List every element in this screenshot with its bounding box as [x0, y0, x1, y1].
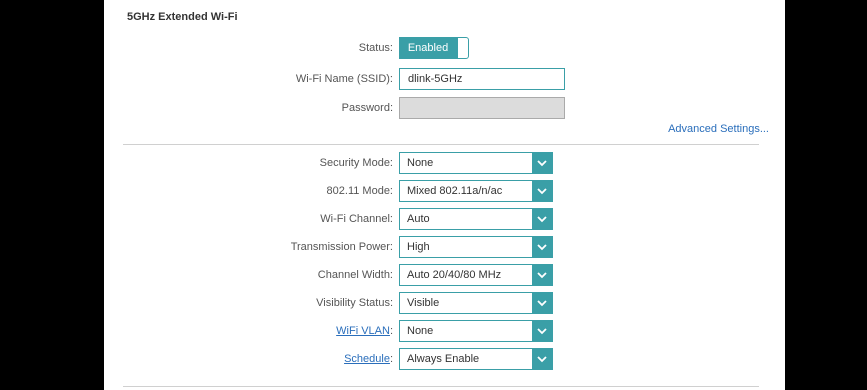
channel-width-label: Channel Width: [317, 269, 393, 281]
chevron-down-icon[interactable] [532, 237, 552, 257]
password-input[interactable] [399, 97, 565, 119]
802-11-mode-select-value: Mixed 802.11a/n/ac [407, 185, 503, 197]
chevron-down-icon[interactable] [532, 265, 552, 285]
wifi-vlan-select-value: None [407, 325, 434, 337]
wifi-vlan-link-text[interactable]: WiFi VLAN [336, 325, 390, 337]
wifi-vlan-select[interactable]: None [399, 320, 553, 342]
802-11-mode-select[interactable]: Mixed 802.11a/n/ac [399, 180, 553, 202]
transmission-power-select[interactable]: High [399, 236, 553, 258]
channel-width-select[interactable]: Auto 20/40/80 MHz [399, 264, 553, 286]
chevron-down-icon[interactable] [532, 181, 552, 201]
ssid-label: Wi-Fi Name (SSID): [295, 73, 393, 85]
password-label: Password: [341, 102, 393, 114]
transmission-power-label: Transmission Power: [290, 241, 393, 253]
channel-width-select-value: Auto 20/40/80 MHz [407, 269, 502, 281]
status-toggle[interactable]: Enabled [399, 37, 469, 59]
security-mode-label: Security Mode: [319, 157, 393, 169]
divider-bottom [123, 386, 759, 387]
wi-fi-channel-select-value: Auto [407, 213, 430, 225]
chevron-down-icon[interactable] [532, 209, 552, 229]
wi-fi-channel-select[interactable]: Auto [399, 208, 553, 230]
colon: : [389, 325, 393, 337]
section-title: 5GHz Extended Wi-Fi [127, 11, 238, 23]
colon: : [389, 353, 393, 365]
schedule-label[interactable]: Schedule: [200, 348, 393, 370]
chevron-down-icon[interactable] [532, 293, 552, 313]
chevron-down-icon[interactable] [532, 321, 552, 341]
schedule-link-text[interactable]: Schedule [344, 353, 390, 365]
schedule-select[interactable]: Always Enable [399, 348, 553, 370]
security-mode-select-value: None [407, 157, 434, 169]
wi-fi-channel-label: Wi-Fi Channel: [320, 213, 393, 225]
visibility-status-select[interactable]: Visible [399, 292, 553, 314]
chevron-down-icon[interactable] [532, 153, 552, 173]
wifi-vlan-label[interactable]: WiFi VLAN: [200, 320, 393, 342]
chevron-down-icon[interactable] [532, 349, 552, 369]
security-mode-select[interactable]: None [399, 152, 553, 174]
status-toggle-text: Enabled [399, 37, 457, 59]
divider-top [123, 144, 759, 145]
802-11-mode-label: 802.11 Mode: [326, 185, 393, 197]
left-border [0, 0, 104, 390]
visibility-status-select-value: Visible [407, 297, 440, 309]
schedule-select-value: Always Enable [407, 353, 480, 365]
ssid-input[interactable]: dlink-5GHz [399, 68, 565, 90]
toggle-knob [457, 37, 469, 59]
status-label: Status: [358, 42, 393, 54]
visibility-status-label: Visibility Status: [316, 297, 393, 309]
transmission-power-select-value: High [407, 241, 430, 253]
right-border [785, 0, 867, 390]
advanced-settings-link[interactable]: Advanced Settings... [668, 123, 769, 135]
